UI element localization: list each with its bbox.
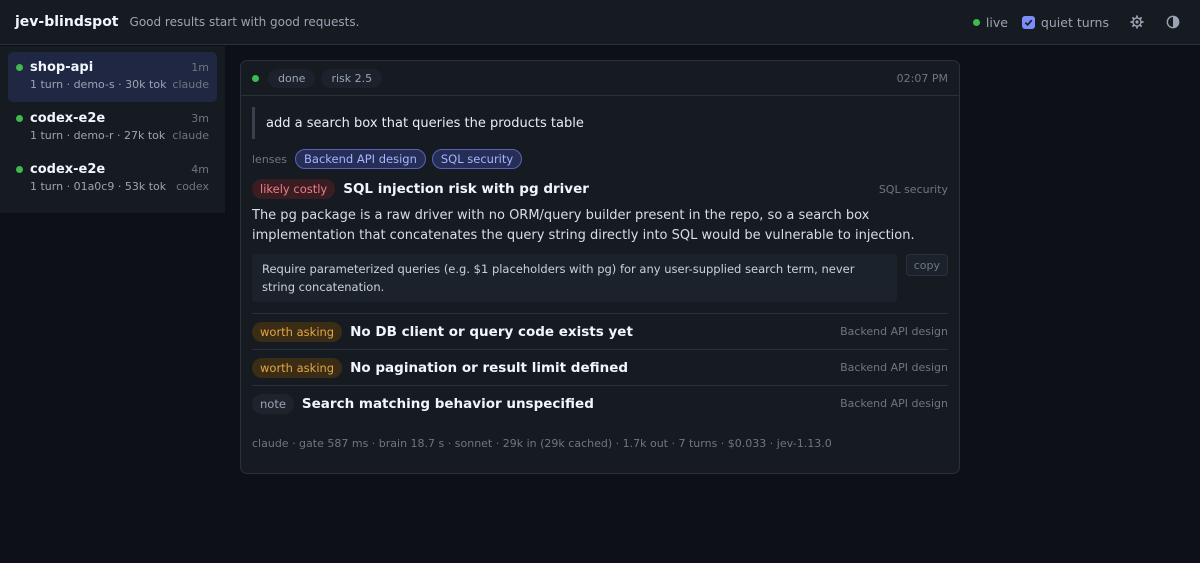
finding-row[interactable]: note Search matching behavior unspecifie… [252,385,948,421]
turn-timestamp: 02:07 PM [896,71,948,85]
finding-row[interactable]: worth asking No pagination or result lim… [252,349,948,385]
session-agent: codex [176,180,209,193]
expanded-finding: likely costly SQL injection risk with pg… [252,179,948,302]
quiet-turns-label: quiet turns [1040,14,1109,30]
settings-button[interactable] [1129,14,1145,30]
session-status-dot [16,115,23,122]
check-icon [1024,19,1033,26]
lenses-row: lenses Backend API design SQL security [252,149,948,169]
session-meta: 1 turn · demo-r · 27k tok [30,129,166,142]
session-name: shop-api [30,60,94,75]
session-status-dot [16,64,23,71]
session-name: codex-e2e [30,111,106,126]
session-age: 1m [191,61,209,74]
session-agent: claude [172,78,209,91]
finding-lens: Backend API design [840,397,948,410]
session-item[interactable]: codex-e2e 3m 1 turn · demo-r · 27k tok c… [8,103,217,153]
top-bar: jev-blindspot Good results start with go… [0,0,1200,45]
theme-toggle-button[interactable] [1165,14,1181,30]
finding-lens: SQL security [878,182,948,196]
severity-badge: note [252,393,294,414]
contrast-icon [1166,15,1180,29]
live-label: live [985,14,1008,30]
lenses-label: lenses [252,152,288,166]
finding-lens: Backend API design [840,361,948,374]
turn-status-badge: done [268,68,316,88]
finding-title: No pagination or result limit defined [350,359,629,376]
app-tagline: Good results start with good requests. [129,15,360,29]
finding-title: SQL injection risk with pg driver [343,181,589,197]
session-age: 3m [191,112,209,125]
session-meta: 1 turn · 01a0c9 · 53k tok [30,180,167,193]
severity-badge: worth asking [252,321,343,342]
session-status-dot [16,166,23,173]
suggestion-row: Require parameterized queries (e.g. $1 p… [252,254,948,302]
quiet-turns-toggle[interactable]: quiet turns [1021,14,1109,30]
session-name: codex-e2e [30,162,106,177]
lens-tag-sql-security[interactable]: SQL security [431,149,523,169]
finding-title: Search matching behavior unspecified [301,395,594,412]
severity-badge: likely costly [252,179,336,199]
finding-body: The pg package is a raw driver with no O… [252,208,915,243]
finding-lens: Backend API design [840,325,948,338]
risk-badge: risk 2.5 [321,68,383,88]
top-controls: live quiet turns [972,14,1185,30]
session-item[interactable]: shop-api 1m 1 turn · demo-s · 30k tok cl… [8,52,217,102]
quiet-turns-checkbox[interactable] [1021,15,1035,29]
severity-badge: worth asking [252,357,343,378]
session-age: 4m [191,163,209,176]
finding-title: No DB client or query code exists yet [350,323,633,340]
session-sidebar: shop-api 1m 1 turn · demo-s · 30k tok cl… [0,46,225,213]
finding-row[interactable]: worth asking No DB client or query code … [252,313,948,349]
lens-tag-backend-api-design[interactable]: Backend API design [295,149,426,169]
app-brand: jev-blindspot [15,14,119,30]
session-agent: claude [172,129,209,142]
live-indicator: live [972,14,1008,30]
turn-footer-stats: claude · gate 587 ms · brain 18.7 s · so… [252,437,832,450]
turn-prompt: add a search box that queries the produc… [252,107,948,139]
suggestion-text: Require parameterized queries (e.g. $1 p… [252,254,897,302]
turn-card: done risk 2.5 02:07 PM add a search box … [240,60,960,474]
copy-button[interactable]: copy [905,254,948,276]
live-status-dot [972,18,980,26]
turn-header: done risk 2.5 02:07 PM [241,61,959,96]
turn-status-dot [252,74,259,82]
gear-icon [1130,15,1144,29]
session-item[interactable]: codex-e2e 4m 1 turn · 01a0c9 · 53k tok c… [8,154,217,204]
session-meta: 1 turn · demo-s · 30k tok [30,78,167,91]
